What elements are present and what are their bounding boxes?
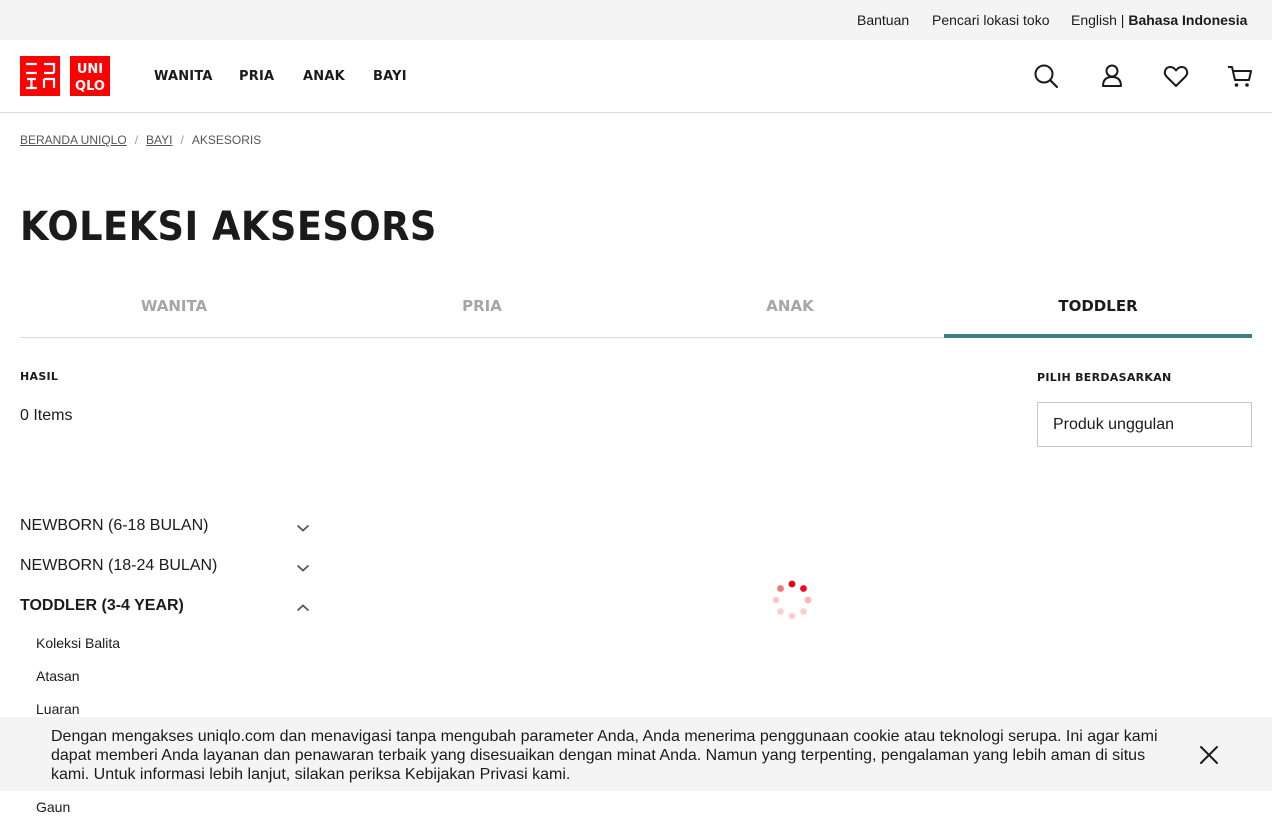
category-label: TODDLER (3-4 YEAR)	[20, 597, 184, 614]
close-icon[interactable]	[1198, 744, 1220, 766]
subcategory-luaran[interactable]: Luaran	[36, 701, 80, 717]
chevron-down-icon	[296, 524, 310, 532]
results-label: HASIL	[20, 370, 59, 383]
chevron-up-icon	[296, 604, 310, 612]
heart-icon[interactable]	[1162, 62, 1190, 90]
tab-wanita[interactable]: WANITA	[20, 286, 328, 337]
category-label: NEWBORN (18-24 BULAN)	[20, 557, 218, 574]
uniqlo-logo[interactable]: UNI QLO	[20, 56, 110, 96]
sort-label: PILIH BERDASARKAN	[1037, 371, 1172, 384]
logo-text-top: UNI	[77, 62, 103, 77]
store-locator-link[interactable]: Pencari lokasi toko	[932, 12, 1050, 28]
utility-bar: Bantuan Pencari lokasi toko English | Ba…	[0, 0, 1272, 40]
category-newborn-18-24[interactable]: NEWBORN (18-24 BULAN)	[20, 557, 310, 581]
nav-wanita[interactable]: WANITA	[154, 69, 213, 84]
chevron-down-icon	[296, 564, 310, 572]
breadcrumb-separator: /	[134, 133, 139, 147]
tab-pria[interactable]: PRIA	[328, 286, 636, 337]
breadcrumb-home-link[interactable]: BERANDA UNIQLO	[20, 133, 127, 147]
language-switcher: English | Bahasa Indonesia	[1071, 12, 1247, 28]
breadcrumb-current: AKSESORIS	[191, 133, 262, 147]
account-icon[interactable]	[1098, 62, 1126, 90]
nav-pria[interactable]: PRIA	[239, 69, 274, 84]
nav-bayi[interactable]: BAYI	[373, 69, 407, 84]
category-label: NEWBORN (6-18 BULAN)	[20, 517, 209, 534]
subcategory-gaun[interactable]: Gaun	[36, 799, 70, 815]
language-english-link[interactable]: English |	[1071, 12, 1124, 28]
page-title: KOLEKSI AKSESORS	[20, 204, 437, 250]
cookie-banner: Dengan mengakses uniqlo.com dan menaviga…	[0, 717, 1272, 791]
sort-select[interactable]: Produk unggulan	[1037, 402, 1252, 447]
tab-toddler[interactable]: TODDLER	[944, 286, 1252, 338]
cookie-message: Dengan mengakses uniqlo.com dan menaviga…	[51, 728, 1158, 783]
help-link[interactable]: Bantuan	[857, 12, 909, 28]
collection-tabs: WANITA PRIA ANAK TODDLER	[20, 286, 1252, 338]
main-header: UNI QLO WANITA PRIA ANAK BAYI	[0, 40, 1272, 113]
tab-anak[interactable]: ANAK	[636, 286, 944, 337]
subcategory-atasan[interactable]: Atasan	[36, 668, 80, 684]
nav-anak[interactable]: ANAK	[303, 69, 345, 84]
results-count: 0 Items	[20, 407, 73, 424]
category-newborn-6-18[interactable]: NEWBORN (6-18 BULAN)	[20, 517, 310, 541]
cart-icon[interactable]	[1226, 62, 1254, 90]
logo-text-bottom: QLO	[75, 79, 105, 94]
breadcrumb-bayi-link[interactable]: BAYI	[146, 133, 172, 147]
language-indonesia-link[interactable]: Bahasa Indonesia	[1128, 12, 1247, 28]
breadcrumb-separator: /	[180, 133, 184, 147]
category-toddler-3-4[interactable]: TODDLER (3-4 YEAR)	[20, 597, 310, 621]
loading-spinner-icon	[772, 580, 812, 620]
search-icon[interactable]	[1032, 62, 1060, 90]
subcategory-koleksi-balita[interactable]: Koleksi Balita	[36, 635, 120, 651]
breadcrumb: BERANDA UNIQLO / BAYI / AKSESORIS	[20, 133, 261, 147]
